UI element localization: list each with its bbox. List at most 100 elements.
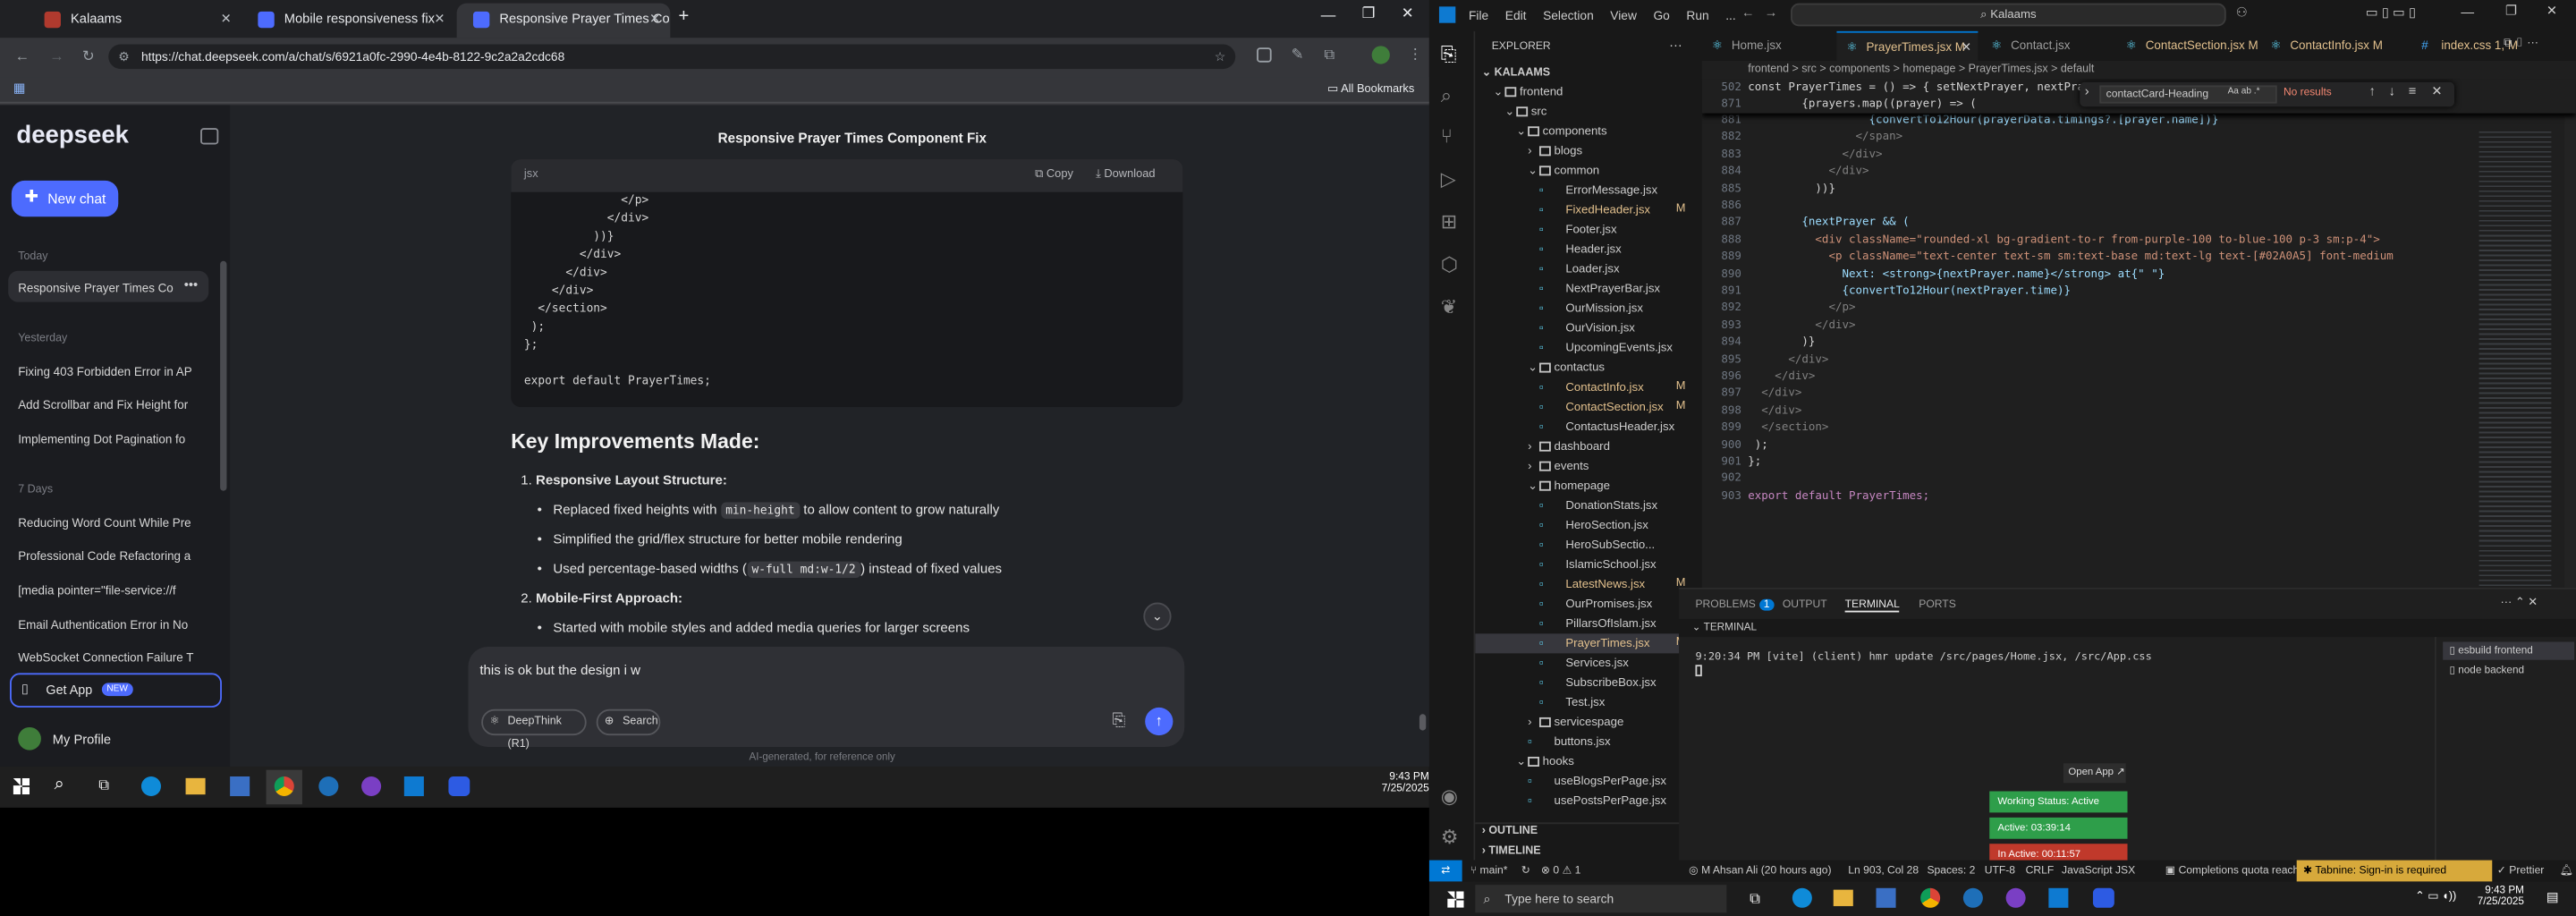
tree-file[interactable]: ▫ Test.jsx: [1475, 692, 1701, 712]
close-icon[interactable]: ✕: [221, 4, 232, 37]
search-toggle-button[interactable]: ⊕ Search: [596, 708, 661, 736]
tree-file[interactable]: ▫ Footer.jsx: [1475, 220, 1701, 240]
tree-file[interactable]: ▫PrayerTimes.jsxM: [1475, 633, 1702, 654]
close-icon[interactable]: ✕: [1962, 33, 1971, 63]
notifications-icon[interactable]: 🔔︎: [2560, 861, 2573, 882]
tab-prayer-times[interactable]: Responsive Prayer Times Comp ✕: [456, 3, 671, 38]
breadcrumb[interactable]: frontend > src > components > homepage >…: [1701, 60, 2576, 80]
tree-folder[interactable]: › dashboard: [1475, 437, 1701, 456]
store-icon[interactable]: [1876, 887, 1896, 908]
tree-file[interactable]: ▫ usePostsPerPage.jsx: [1475, 792, 1701, 811]
tree-file[interactable]: ▫ Loader.jsx: [1475, 259, 1701, 279]
history-item[interactable]: [media pointer="file-service://f: [18, 582, 195, 598]
tree-folder[interactable]: ⌄ common: [1475, 161, 1701, 181]
maximize-icon[interactable]: ❐: [2505, 4, 2517, 19]
tree-file[interactable]: ▫ LatestNews.jsx M: [1475, 574, 1701, 594]
back-icon[interactable]: ←: [15, 47, 30, 64]
tab-problems[interactable]: PROBLEMS 1: [1695, 598, 1775, 611]
source-control-icon[interactable]: ⑂: [1441, 124, 1453, 148]
language-mode[interactable]: JavaScript JSX: [2062, 861, 2135, 882]
bookmark-star-icon[interactable]: ☆: [1215, 45, 1225, 70]
zoom-icon[interactable]: [2092, 887, 2114, 908]
tree-file[interactable]: ▫ OurVision.jsx: [1475, 318, 1701, 338]
tree-file[interactable]: ▫ HeroSubSectio...: [1475, 535, 1701, 555]
tree-folder[interactable]: ⌄ homepage: [1475, 476, 1701, 496]
extension-icon[interactable]: [1257, 47, 1272, 63]
tree-file[interactable]: ▫ FixedHeader.jsx M: [1475, 200, 1701, 220]
close-icon[interactable]: ✕: [649, 4, 660, 37]
tab-home[interactable]: ⚛ Home.jsx: [1702, 31, 1834, 61]
message-input[interactable]: this is ok but the design i w: [479, 663, 640, 678]
tree-file[interactable]: ▫ ContactInfo.jsx M: [1475, 377, 1701, 397]
remote-icon[interactable]: ⬡: [1441, 253, 1458, 276]
find-next-icon[interactable]: ↓: [2389, 84, 2395, 99]
history-item[interactable]: Add Scrollbar and Fix Height for: [18, 397, 195, 412]
notification-center-icon[interactable]: ▤: [2546, 890, 2559, 905]
reload-icon[interactable]: ↻: [82, 47, 95, 65]
menu-more[interactable]: ...: [1725, 8, 1736, 23]
tree-folder[interactable]: › blogs: [1475, 141, 1701, 161]
new-chat-button[interactable]: ✚ New chat: [11, 180, 119, 217]
menu-selection[interactable]: Selection: [1543, 8, 1594, 23]
prettier-status[interactable]: ✓ Prettier: [2497, 861, 2545, 882]
nav-back-icon[interactable]: ←: [1741, 5, 1755, 21]
store-icon[interactable]: [230, 776, 250, 797]
tree-file[interactable]: ▫ OurMission.jsx: [1475, 299, 1701, 318]
editor-actions[interactable]: ⧉ ▯ ···: [2504, 38, 2538, 51]
chat-scrollbar[interactable]: [1419, 714, 1427, 731]
tree-file[interactable]: ▫ IslamicSchool.jsx: [1475, 555, 1701, 574]
get-app-button[interactable]: ▯ Get App NEW: [10, 673, 222, 708]
chrome-menu-icon[interactable]: ⋮: [1408, 46, 1423, 64]
git-blame[interactable]: ◎ M Ahsan Ali (20 hours ago): [1689, 861, 1831, 882]
tree-file[interactable]: ▫ buttons.jsx: [1475, 732, 1701, 751]
tab-mobile-fix[interactable]: Mobile responsiveness fix ✕: [242, 4, 455, 37]
menu-bar[interactable]: File Edit Selection View Go Run ...: [1469, 8, 1736, 23]
collapse-sidebar-icon[interactable]: [200, 128, 219, 145]
sync-icon[interactable]: ↻: [1521, 861, 1530, 882]
code-editor[interactable]: 502 const PrayerTimes = () => { setNextPr…: [1701, 79, 2576, 588]
scroll-down-button[interactable]: ⌄: [1143, 602, 1172, 631]
file-explorer-icon[interactable]: [185, 777, 206, 795]
tab-contactinfo[interactable]: ⚛ ContactInfo.jsx M: [2260, 31, 2408, 61]
timeline-section[interactable]: › TIMELINE: [1482, 845, 1541, 857]
extensions-puzzle-icon[interactable]: ⧉: [1324, 46, 1335, 64]
cursor-position[interactable]: Ln 903, Col 28: [1848, 861, 1919, 882]
tree-file[interactable]: ▫ OurPromises.jsx: [1475, 594, 1701, 614]
close-window-icon[interactable]: ✕: [2546, 4, 2557, 19]
all-bookmarks[interactable]: ▭ All Bookmarks: [1327, 82, 1414, 96]
tree-file[interactable]: ▫ UpcomingEvents.jsx: [1475, 338, 1701, 358]
menu-edit[interactable]: Edit: [1505, 8, 1527, 23]
tree-folder[interactable]: ⌄ contactus: [1475, 358, 1701, 377]
encoding[interactable]: UTF-8: [1985, 861, 2015, 882]
tree-file[interactable]: ▫ useBlogsPerPage.jsx: [1475, 771, 1701, 791]
pen-extension-icon[interactable]: ✎: [1292, 46, 1304, 64]
tab-prayertimes[interactable]: ⚛ PrayerTimes.jsx M ✕: [1836, 30, 1979, 63]
history-item[interactable]: Email Authentication Error in No: [18, 617, 195, 632]
github-desktop-icon[interactable]: [2005, 887, 2026, 908]
windows-start-icon[interactable]: [1447, 891, 1464, 908]
branch[interactable]: ⑂ main*: [1470, 861, 1508, 882]
settings-gear-icon[interactable]: ⚙: [1441, 826, 1459, 849]
forward-icon[interactable]: →: [49, 47, 64, 64]
tab-ports[interactable]: PORTS: [1919, 599, 1956, 611]
search-icon[interactable]: ⌕: [55, 775, 64, 796]
tree-file[interactable]: ▫ NextPrayerBar.jsx: [1475, 279, 1701, 299]
tree-file[interactable]: ▫ Services.jsx: [1475, 653, 1701, 673]
file-explorer-icon[interactable]: [1833, 889, 1853, 906]
history-item[interactable]: Implementing Dot Pagination fo: [18, 432, 195, 447]
history-item[interactable]: Fixing 403 Forbidden Error in AP: [18, 364, 195, 379]
app-icon[interactable]: [1962, 887, 1983, 908]
find-prev-icon[interactable]: ↑: [2369, 84, 2376, 99]
nav-forward-icon[interactable]: →: [1765, 5, 1778, 21]
app-icon[interactable]: [318, 776, 339, 797]
terminal-esbuild[interactable]: ▯ esbuild frontend: [2443, 641, 2575, 660]
tree-file[interactable]: ▫ ContactSection.jsx M: [1475, 397, 1701, 417]
copilot-icon[interactable]: ⚇: [2236, 5, 2248, 21]
tree-folder[interactable]: ⌄ hooks: [1475, 751, 1701, 771]
layout-icons[interactable]: ▭ ▯ ▭ ▯: [2366, 5, 2416, 21]
menu-view[interactable]: View: [1610, 8, 1637, 23]
menu-file[interactable]: File: [1469, 8, 1488, 23]
remote-indicator-icon[interactable]: ⇄: [1428, 860, 1462, 882]
minimize-icon[interactable]: —: [1321, 6, 1336, 22]
vscode-taskbar-icon[interactable]: [403, 776, 424, 797]
